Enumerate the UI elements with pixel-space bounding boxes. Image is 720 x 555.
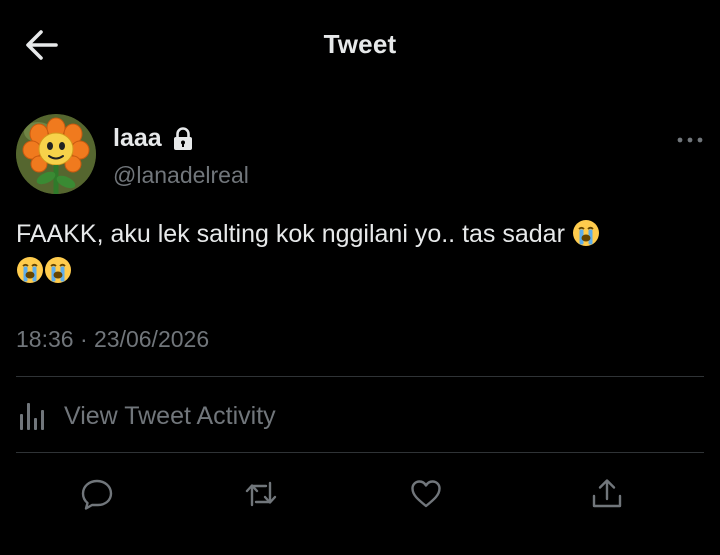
divider bbox=[16, 452, 704, 453]
reply-button[interactable] bbox=[73, 470, 121, 518]
flower-character-icon bbox=[16, 114, 96, 194]
reply-icon bbox=[81, 479, 113, 510]
divider bbox=[16, 376, 704, 377]
loudly-crying-face-icon bbox=[572, 220, 599, 246]
tweet-actions-bar bbox=[0, 470, 720, 518]
user-handle[interactable]: @lanadelreal bbox=[113, 162, 249, 189]
display-name[interactable]: laaa bbox=[113, 124, 162, 153]
lock-icon bbox=[173, 126, 192, 150]
tweet-text: FAAKK, aku lek salting kok nggilani yo..… bbox=[16, 216, 700, 290]
avatar[interactable] bbox=[16, 114, 96, 194]
loudly-crying-face-icon bbox=[17, 257, 43, 283]
view-tweet-activity-label: View Tweet Activity bbox=[64, 401, 276, 430]
name-row: laaa bbox=[113, 124, 194, 153]
page-title: Tweet bbox=[323, 29, 397, 59]
top-bar: Tweet bbox=[0, 0, 720, 90]
view-tweet-activity-button[interactable]: View Tweet Activity bbox=[16, 396, 276, 436]
share-button[interactable] bbox=[583, 470, 631, 518]
like-button[interactable] bbox=[402, 470, 450, 518]
tweet-timestamp[interactable]: 18:36 · 23/06/2026 bbox=[16, 326, 209, 353]
tweet-author: laaa @lanadelreal bbox=[16, 114, 704, 198]
retweet-button[interactable] bbox=[237, 470, 285, 518]
loudly-crying-face-icon bbox=[45, 257, 71, 283]
tweet-text-content: FAAKK, aku lek salting kok nggilani yo..… bbox=[16, 220, 565, 248]
heart-icon bbox=[411, 480, 441, 508]
more-options-button[interactable] bbox=[676, 130, 704, 150]
bar-chart-icon bbox=[20, 403, 44, 430]
retweet-icon bbox=[245, 481, 277, 507]
share-icon bbox=[592, 479, 622, 508]
more-horizontal-icon bbox=[677, 137, 703, 143]
